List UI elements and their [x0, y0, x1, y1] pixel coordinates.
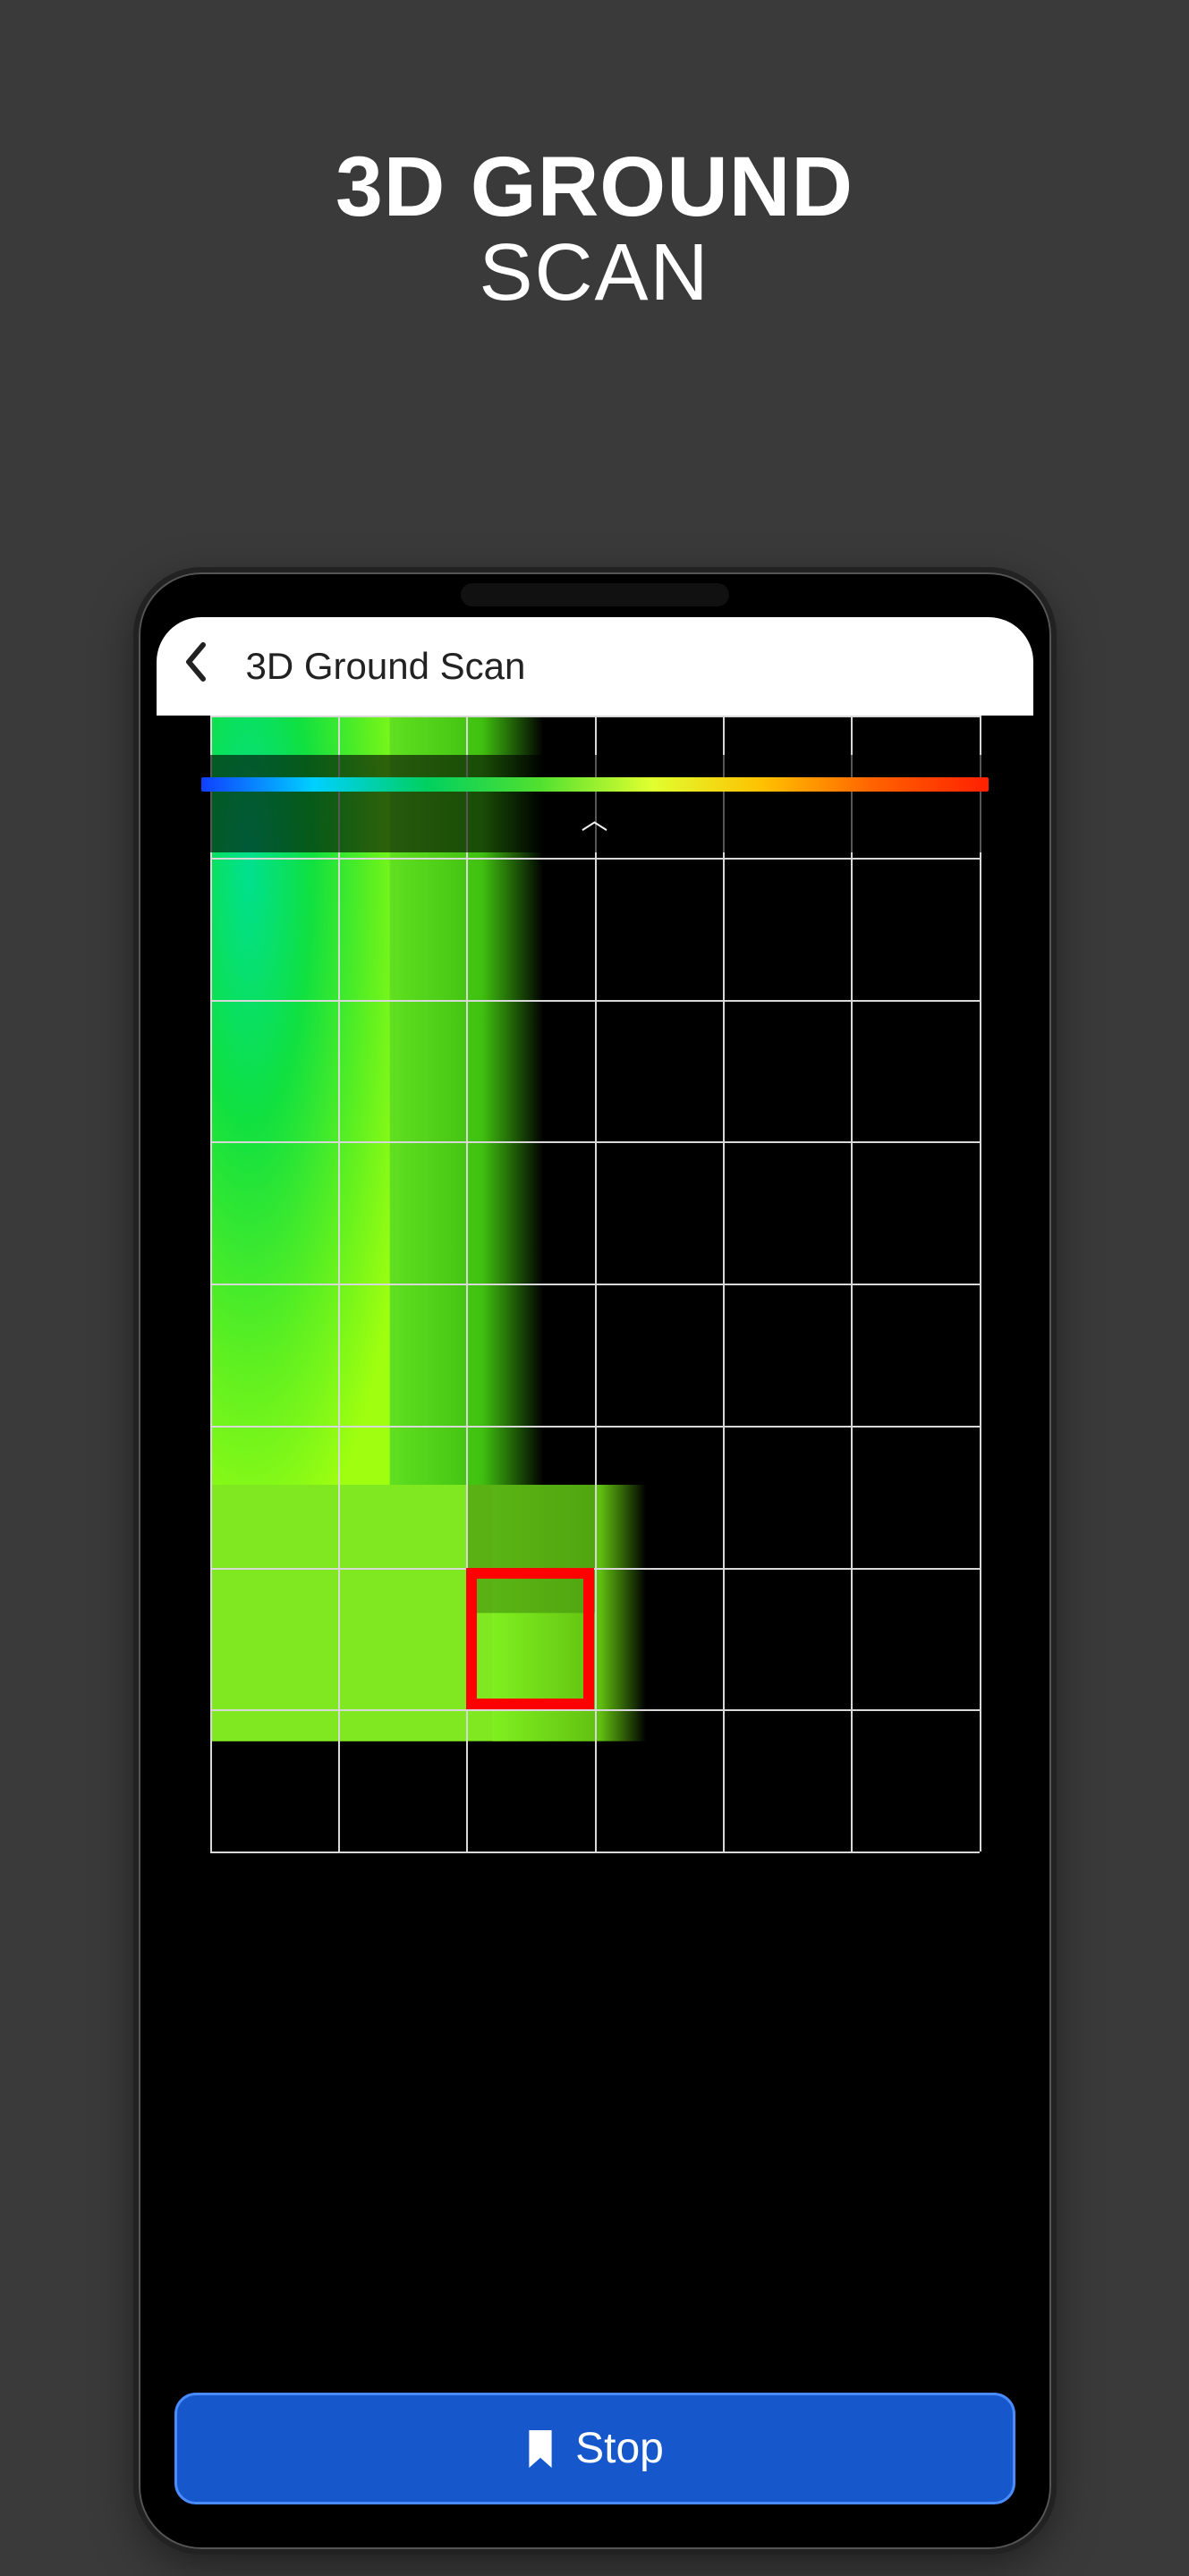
- scan-cursor: [466, 1568, 594, 1710]
- scan-render: [210, 716, 980, 1852]
- grid-lines: [210, 716, 980, 1852]
- phone-screen: 3D Ground Scan: [157, 617, 1033, 2529]
- color-legend[interactable]: ︿: [174, 755, 1015, 852]
- chevron-left-icon: [183, 641, 210, 682]
- phone-notch: [461, 583, 729, 606]
- back-button[interactable]: [183, 641, 210, 692]
- scan-viewport[interactable]: ︿ Stop: [157, 716, 1033, 2529]
- stop-button-label: Stop: [575, 2424, 664, 2473]
- chevron-up-icon: ︿: [582, 806, 608, 835]
- bottom-bar: Stop: [174, 2393, 1015, 2504]
- header-title: 3D Ground Scan: [246, 645, 526, 688]
- promo-title-line1: 3D GROUND: [0, 139, 1189, 236]
- app-header: 3D Ground Scan: [157, 617, 1033, 716]
- expand-handle[interactable]: ︿: [201, 808, 989, 835]
- spectrum-bar: [201, 777, 989, 792]
- phone-frame: 3D Ground Scan: [139, 572, 1051, 2549]
- promo-title: 3D GROUND SCAN: [0, 0, 1189, 319]
- promo-title-line2: SCAN: [0, 227, 1189, 319]
- bookmark-icon: [525, 2430, 556, 2468]
- stop-button[interactable]: Stop: [174, 2393, 1015, 2504]
